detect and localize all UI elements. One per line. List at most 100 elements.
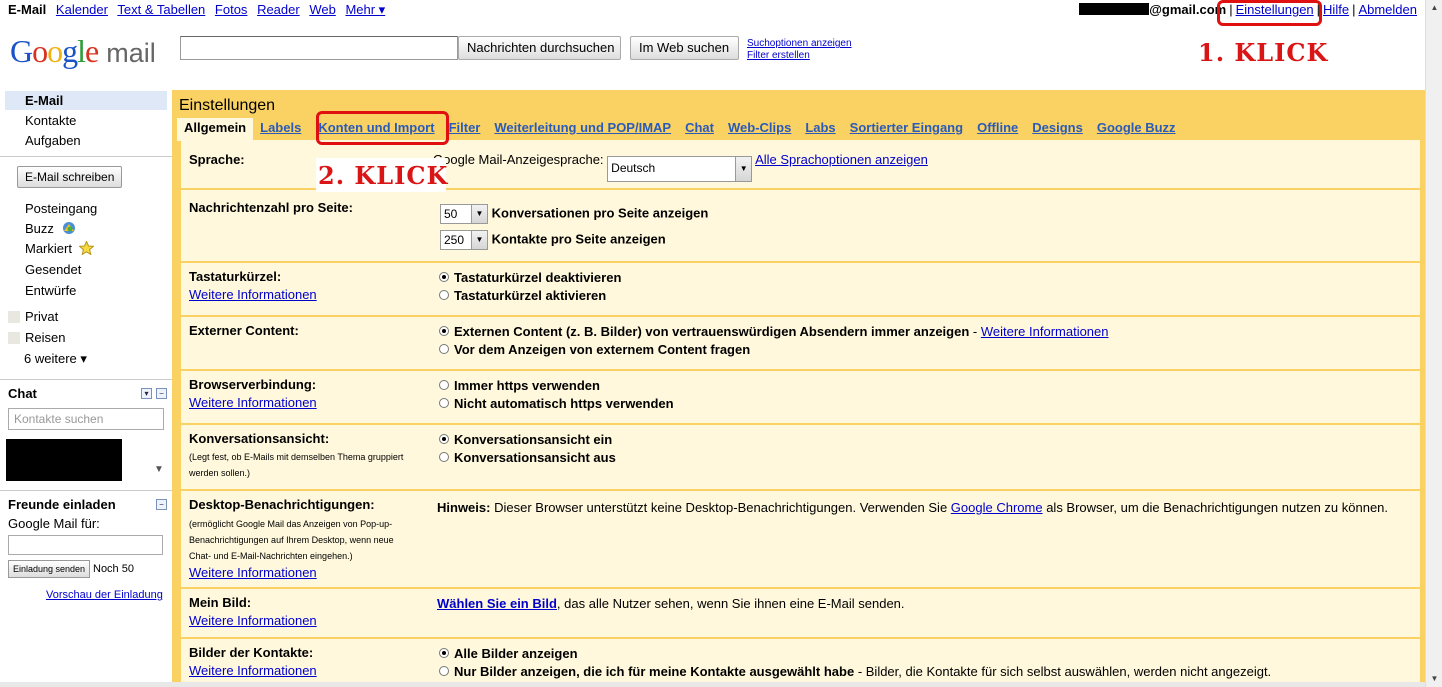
- tab-general[interactable]: Allgemein: [177, 118, 254, 141]
- my-pictures-only-option[interactable]: Nur Bilder anzeigen, die ich für meine K…: [439, 664, 1271, 679]
- sidebar-item-starred[interactable]: Markiert: [25, 240, 95, 256]
- setting-label: Sprache:: [189, 152, 245, 167]
- tab-offline[interactable]: Offline: [970, 118, 1025, 138]
- email-address-suffix: @gmail.com: [1149, 2, 1227, 17]
- radio-selected[interactable]: [439, 434, 449, 444]
- nav-calendar-link[interactable]: Kalender: [56, 2, 108, 17]
- scroll-up-arrow-icon[interactable]: ▲: [1427, 0, 1442, 16]
- language-text: Google Mail-Anzeigesprache:: [433, 152, 604, 167]
- setting-label: Browserverbindung:: [189, 377, 317, 392]
- vertical-scrollbar[interactable]: ▲ ▼: [1425, 0, 1442, 687]
- contacts-per-page: 250 ▼ Kontakte pro Seite anzeigen: [440, 230, 666, 250]
- more-info-link[interactable]: Weitere Informationen: [189, 613, 317, 628]
- more-info-link[interactable]: Weitere Informationen: [189, 395, 317, 410]
- radio-selected[interactable]: [439, 648, 449, 658]
- desktop-notification-hint: Hinweis: Dieser Browser unterstützt kein…: [437, 500, 1389, 515]
- nav-reader-link[interactable]: Reader: [257, 2, 300, 17]
- create-filter-link[interactable]: Filter erstellen: [747, 50, 852, 62]
- google-mail-logo[interactable]: Google mail: [10, 33, 156, 70]
- radio-unselected[interactable]: [439, 380, 449, 390]
- sidebar-item-drafts[interactable]: Entwürfe: [25, 283, 76, 298]
- horizontal-scrollbar[interactable]: [0, 682, 1425, 687]
- setting-row-conversation-view: Konversationsansicht: (Legt fest, ob E-M…: [181, 425, 1420, 491]
- more-info-link[interactable]: Weitere Informationen: [189, 287, 317, 302]
- setting-row-external-content: Externer Content: Externen Content (z. B…: [181, 317, 1420, 371]
- nav-web-link[interactable]: Web: [309, 2, 336, 17]
- conversation-on-option[interactable]: Konversationsansicht ein: [439, 432, 612, 447]
- setting-label: Nachrichtenzahl pro Seite:: [189, 200, 353, 215]
- radio-unselected[interactable]: [439, 452, 449, 462]
- chat-collapse-icon[interactable]: −: [156, 388, 167, 399]
- choose-picture-link[interactable]: Wählen Sie ein Bild: [437, 596, 557, 611]
- radio-unselected[interactable]: [439, 290, 449, 300]
- sidebar-item-contacts[interactable]: Kontakte: [25, 113, 76, 128]
- tab-chat[interactable]: Chat: [678, 118, 721, 138]
- annotation-step-1: 1. KLICK: [1198, 38, 1329, 67]
- help-link[interactable]: Hilfe: [1323, 2, 1349, 17]
- contacts-per-page-select[interactable]: 250 ▼: [440, 230, 488, 250]
- shortcuts-on-option[interactable]: Tastaturkürzel aktivieren: [439, 288, 606, 303]
- contacts-per-page-text: Kontakte pro Seite anzeigen: [491, 231, 666, 247]
- language-select[interactable]: Deutsch ▼: [607, 156, 753, 182]
- compose-button[interactable]: E-Mail schreiben: [17, 166, 123, 188]
- conversation-off-option[interactable]: Konversationsansicht aus: [439, 450, 616, 465]
- more-info-link[interactable]: Weitere Informationen: [981, 324, 1109, 339]
- chat-options-icon[interactable]: ▾: [141, 388, 152, 399]
- radio-selected[interactable]: [439, 326, 449, 336]
- sidebar-item-sent[interactable]: Gesendet: [25, 262, 81, 277]
- chat-status-redacted: [6, 439, 122, 481]
- invite-collapse-icon[interactable]: −: [156, 499, 167, 510]
- annotation-step-2: 2. KLICK: [318, 161, 449, 190]
- divider: [0, 156, 172, 157]
- setting-row-shortcuts: Tastaturkürzel: Weitere Informationen Ta…: [181, 263, 1420, 317]
- search-mail-button[interactable]: Nachrichten durchsuchen: [458, 36, 621, 60]
- send-invite-button[interactable]: Einladung senden: [8, 560, 91, 578]
- invite-email-input[interactable]: [8, 535, 163, 555]
- all-pictures-option[interactable]: Alle Bilder anzeigen: [439, 646, 578, 661]
- setting-description: (Legt fest, ob E-Mails mit demselben The…: [189, 452, 404, 462]
- search-web-button[interactable]: Im Web suchen: [630, 36, 739, 60]
- radio-unselected[interactable]: [439, 666, 449, 676]
- invite-preview-link[interactable]: Vorschau der Einladung: [46, 589, 163, 601]
- sidebar-label-private[interactable]: Privat: [25, 309, 58, 324]
- more-info-link[interactable]: Weitere Informationen: [189, 663, 317, 678]
- tab-priority-inbox[interactable]: Sortierter Eingang: [843, 118, 970, 138]
- chat-contact-search[interactable]: Kontakte suchen: [8, 408, 164, 430]
- tab-google-buzz[interactable]: Google Buzz: [1090, 118, 1183, 138]
- nav-docs-link[interactable]: Text & Tabellen: [117, 2, 205, 17]
- external-ask-option[interactable]: Vor dem Anzeigen von externem Content fr…: [439, 342, 750, 357]
- sidebar-item-email[interactable]: E-Mail: [25, 93, 63, 108]
- nav-more-menu[interactable]: Mehr ▾: [345, 2, 385, 17]
- setting-label: Konversationsansicht:: [189, 431, 330, 446]
- tab-themes[interactable]: Designs: [1025, 118, 1090, 138]
- conversations-per-page: 50 ▼ Konversationen pro Seite anzeigen: [440, 204, 708, 224]
- tab-labels[interactable]: Labels: [253, 118, 308, 138]
- more-info-link[interactable]: Weitere Informationen: [189, 565, 317, 580]
- sidebar-item-buzz[interactable]: Buzz: [25, 221, 77, 236]
- https-always-option[interactable]: Immer https verwenden: [439, 378, 600, 393]
- chat-expand-arrow-icon[interactable]: ▼: [154, 464, 164, 475]
- invite-section-title: Freunde einladen: [8, 497, 116, 512]
- search-input[interactable]: [180, 36, 458, 60]
- sidebar-label-travel[interactable]: Reisen: [25, 330, 65, 345]
- scroll-down-arrow-icon[interactable]: ▼: [1427, 671, 1442, 687]
- nav-photos-link[interactable]: Fotos: [215, 2, 248, 17]
- external-always-option[interactable]: Externen Content (z. B. Bilder) von vert…: [439, 324, 1109, 339]
- sidebar-item-tasks[interactable]: Aufgaben: [25, 133, 81, 148]
- https-never-option[interactable]: Nicht automatisch https verwenden: [439, 396, 674, 411]
- tab-forwarding-pop-imap[interactable]: Weiterleitung und POP/IMAP: [487, 118, 678, 138]
- logout-link[interactable]: Abmelden: [1358, 2, 1417, 17]
- radio-unselected[interactable]: [439, 344, 449, 354]
- shortcuts-off-option[interactable]: Tastaturkürzel deaktivieren: [439, 270, 621, 285]
- sidebar-more-labels[interactable]: 6 weitere ▾: [24, 351, 87, 367]
- tab-web-clips[interactable]: Web-Clips: [721, 118, 798, 138]
- radio-unselected[interactable]: [439, 398, 449, 408]
- setting-label: Externer Content:: [189, 323, 299, 338]
- all-language-options-link[interactable]: Alle Sprachoptionen anzeigen: [755, 152, 928, 167]
- sidebar-item-inbox[interactable]: Posteingang: [25, 201, 97, 216]
- google-chrome-link[interactable]: Google Chrome: [951, 500, 1043, 515]
- search-options-link[interactable]: Suchoptionen anzeigen: [747, 38, 852, 50]
- tab-labs[interactable]: Labs: [798, 118, 842, 138]
- conversations-per-page-select[interactable]: 50 ▼: [440, 204, 488, 224]
- radio-selected[interactable]: [439, 272, 449, 282]
